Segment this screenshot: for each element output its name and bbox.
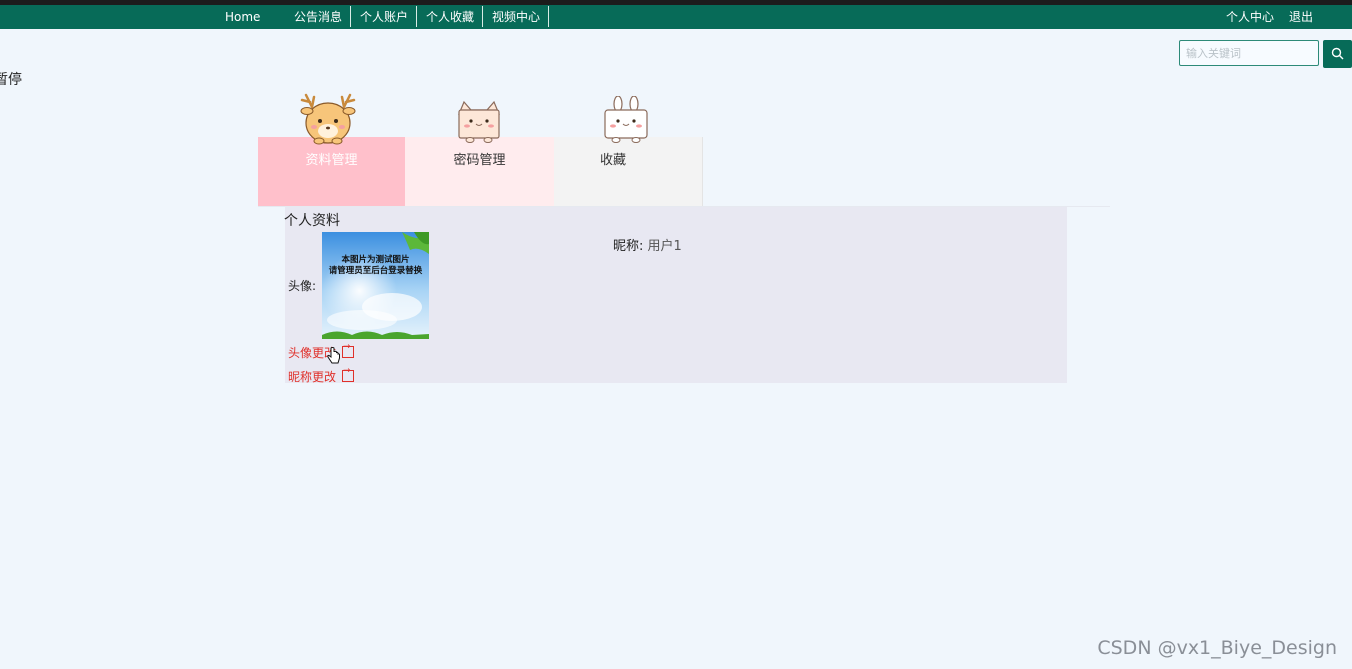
search-button[interactable] xyxy=(1323,40,1352,68)
tab-favorites[interactable]: 收藏 xyxy=(554,137,703,207)
nav-logout[interactable]: 退出 xyxy=(1289,5,1313,29)
change-nickname-label: 昵称更改 xyxy=(288,370,337,384)
nickname-value: 用户1 xyxy=(647,239,682,254)
nav-announcements[interactable]: 公告消息 xyxy=(294,5,342,29)
avatar-caption-2: 请管理员至后台登录替换 xyxy=(329,265,423,276)
nav-divider xyxy=(548,6,549,27)
nav-divider xyxy=(482,6,483,27)
nav-divider xyxy=(416,6,417,27)
tab-label: 收藏 xyxy=(599,153,626,168)
tab-password-management[interactable]: 密码管理 xyxy=(405,137,554,207)
nav-divider xyxy=(350,6,351,27)
panel-title: 个人资料 xyxy=(284,213,340,229)
nickname-label: 昵称: xyxy=(613,239,644,254)
nickname-row: 昵称: 用户1 xyxy=(613,235,682,254)
tab-label: 密码管理 xyxy=(453,153,506,168)
top-navbar: Home 公告消息 个人账户 个人收藏 视频中心 个人中心 退出 xyxy=(0,5,1352,29)
nav-video-center[interactable]: 视频中心 xyxy=(492,5,540,29)
search-input[interactable] xyxy=(1179,40,1319,66)
arrow-right-icon xyxy=(342,342,355,358)
change-nickname-link[interactable]: 昵称更改 xyxy=(288,366,355,385)
arrow-right-icon xyxy=(342,366,355,382)
search-icon xyxy=(1331,47,1344,60)
nav-home[interactable]: Home xyxy=(225,5,260,29)
marquee-text: 暂停 xyxy=(0,72,22,88)
nav-user-center[interactable]: 个人中心 xyxy=(1226,5,1274,29)
tab-profile-management[interactable]: 资料管理 xyxy=(258,137,405,207)
hand-cursor-icon xyxy=(327,347,340,364)
deer-icon xyxy=(300,93,356,145)
tab-label: 资料管理 xyxy=(305,153,358,168)
profile-panel: 个人资料 头像: 本图片为测试图片 请管理员至后台登录替换 昵称: 用户1 头像… xyxy=(284,207,1067,385)
nav-account[interactable]: 个人账户 xyxy=(360,5,408,29)
cat-icon xyxy=(458,100,500,143)
avatar-image: 本图片为测试图片 请管理员至后台登录替换 xyxy=(322,232,429,339)
change-avatar-link[interactable]: 头像更改 xyxy=(288,342,355,361)
avatar-label: 头像: xyxy=(288,279,317,293)
nav-favorites[interactable]: 个人收藏 xyxy=(426,5,474,29)
rabbit-icon xyxy=(604,96,648,143)
watermark: CSDN @vx1_Biye_Design xyxy=(1097,637,1337,659)
avatar-caption-1: 本图片为测试图片 xyxy=(341,254,409,265)
